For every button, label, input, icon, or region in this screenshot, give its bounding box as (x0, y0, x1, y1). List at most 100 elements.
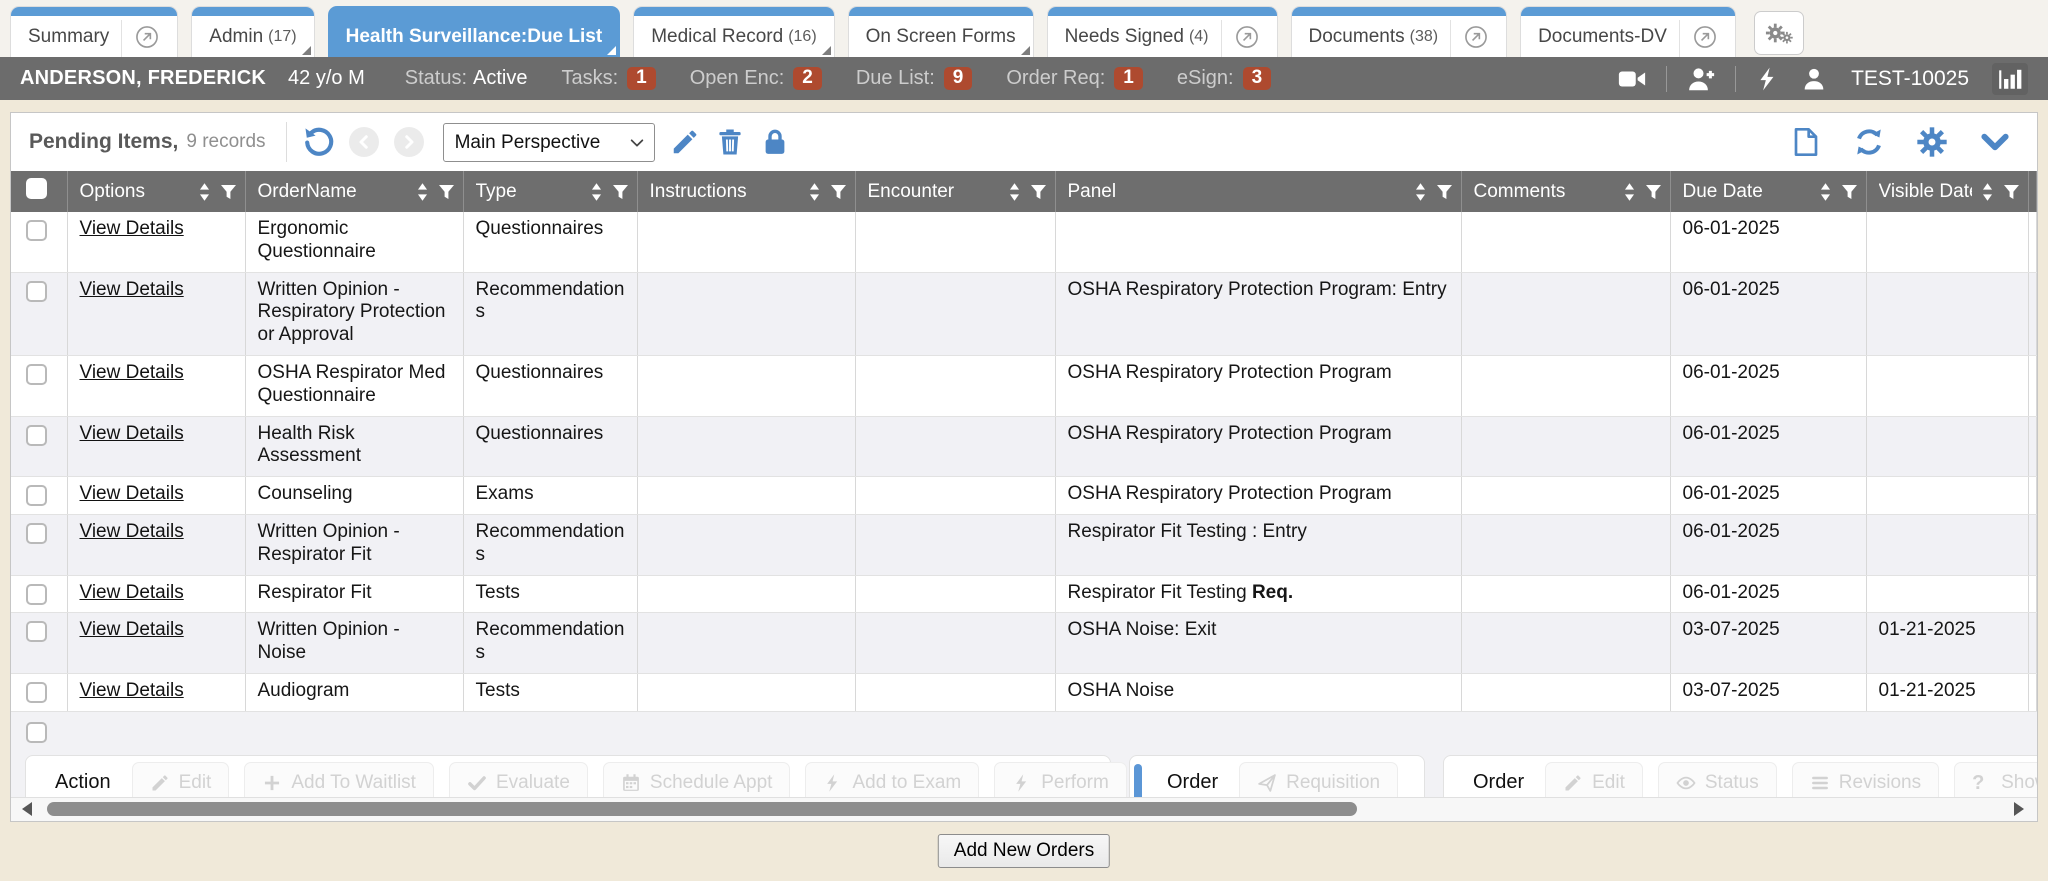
row-checkbox[interactable] (26, 364, 47, 385)
sort-icon[interactable] (1981, 182, 1994, 202)
edit-perspective-button[interactable] (670, 127, 700, 157)
status-button[interactable]: Status (1658, 762, 1777, 797)
view-details-link[interactable]: View Details (80, 218, 184, 239)
tab-documents[interactable]: Documents(38) (1291, 6, 1508, 57)
popout-icon[interactable] (134, 24, 160, 50)
select-all-checkbox[interactable] (26, 178, 47, 199)
tab-admin[interactable]: Admin(17) (191, 6, 314, 57)
person-icon[interactable] (1800, 65, 1828, 93)
edit-button[interactable]: Edit (1545, 762, 1643, 797)
horizontal-scrollbar[interactable] (11, 797, 2037, 821)
new-document-button[interactable] (1790, 126, 1822, 158)
column-header-options[interactable]: Options (67, 171, 245, 212)
filter-funnel-icon[interactable] (1030, 184, 1047, 200)
row-checkbox[interactable] (26, 220, 47, 241)
sort-icon[interactable] (416, 182, 429, 202)
filter-funnel-icon[interactable] (612, 184, 629, 200)
sort-icon[interactable] (1414, 182, 1427, 202)
sort-icon[interactable] (198, 182, 211, 202)
scroll-right-arrow-icon[interactable] (2014, 802, 2024, 816)
popout-icon[interactable] (1463, 24, 1489, 50)
person-add-icon[interactable] (1686, 64, 1716, 94)
column-header-due-date[interactable]: Due Date (1670, 171, 1866, 212)
row-checkbox[interactable] (26, 584, 47, 605)
column-header-encounter[interactable]: Encounter (855, 171, 1055, 212)
row-checkbox[interactable] (26, 682, 47, 703)
tab-documents-dv[interactable]: Documents-DV (1520, 6, 1736, 57)
popout-icon[interactable] (1692, 24, 1718, 50)
sort-icon[interactable] (1819, 182, 1832, 202)
revisions-button[interactable]: Revisions (1792, 762, 1939, 797)
sort-icon[interactable] (1623, 182, 1636, 202)
row-checkbox[interactable] (26, 281, 47, 302)
tab-settings-button[interactable] (1754, 11, 1804, 55)
counter-badge[interactable]: 3 (1243, 67, 1272, 91)
filter-funnel-icon[interactable] (830, 184, 847, 200)
scroll-left-arrow-icon[interactable] (22, 802, 32, 816)
view-details-link[interactable]: View Details (80, 521, 184, 542)
tab-on-screen-forms[interactable]: On Screen Forms (848, 6, 1034, 57)
add-new-orders-button[interactable]: Add New Orders (938, 834, 1110, 868)
collapse-panel-button[interactable] (1979, 126, 2011, 158)
view-details-link[interactable]: View Details (80, 619, 184, 640)
view-details-link[interactable]: View Details (80, 582, 184, 603)
edit-button[interactable]: Edit (132, 762, 230, 797)
add-to-waitlist-button[interactable]: Add To Waitlist (244, 762, 434, 797)
filter-funnel-icon[interactable] (1645, 184, 1662, 200)
sort-icon[interactable] (590, 182, 603, 202)
forward-button[interactable] (394, 127, 424, 157)
undo-button[interactable] (302, 126, 334, 158)
view-details-link[interactable]: View Details (80, 362, 184, 383)
perspective-select[interactable]: Main Perspective (443, 123, 655, 162)
evaluate-button[interactable]: Evaluate (449, 762, 588, 797)
scroll-thumb[interactable] (47, 802, 1357, 816)
lightning-bolt-icon[interactable] (1755, 66, 1781, 92)
row-checkbox[interactable] (26, 425, 47, 446)
row-checkbox[interactable] (26, 621, 47, 642)
column-header-visible-date[interactable]: Visible Date (1866, 171, 2028, 212)
video-camera-icon[interactable] (1617, 64, 1647, 94)
delete-perspective-button[interactable] (715, 127, 745, 157)
counter-badge[interactable]: 1 (627, 67, 656, 91)
view-details-link[interactable]: View Details (80, 423, 184, 444)
tab-needs-signed[interactable]: Needs Signed(4) (1047, 6, 1278, 57)
filter-funnel-icon[interactable] (2003, 184, 2020, 200)
filter-funnel-icon[interactable] (220, 184, 237, 200)
filter-funnel-icon[interactable] (1841, 184, 1858, 200)
new-row-checkbox[interactable] (26, 722, 47, 743)
back-button[interactable] (349, 127, 379, 157)
sort-icon[interactable] (808, 182, 821, 202)
cell-comments (1461, 212, 1670, 272)
refresh-button[interactable] (1853, 126, 1885, 158)
tab-summary[interactable]: Summary (10, 6, 178, 57)
tab-health-surveillance-due-list[interactable]: Health Surveillance:Due List (328, 6, 621, 57)
counter-badge[interactable]: 2 (793, 67, 822, 91)
sort-icon[interactable] (1008, 182, 1021, 202)
row-checkbox[interactable] (26, 523, 47, 544)
add-to-exam-button[interactable]: Add to Exam (805, 762, 979, 797)
filter-funnel-icon[interactable] (1436, 184, 1453, 200)
row-checkbox[interactable] (26, 485, 47, 506)
column-header-comments[interactable]: Comments (1461, 171, 1670, 212)
lock-perspective-button[interactable] (760, 127, 790, 157)
column-header-instructions[interactable]: Instructions (637, 171, 855, 212)
bar-chart-button[interactable] (1992, 63, 2028, 95)
popout-icon[interactable] (1234, 24, 1260, 50)
schedule-appt-button[interactable]: Schedule Appt (603, 762, 791, 797)
tab-medical-record[interactable]: Medical Record(16) (633, 6, 834, 57)
counter-badge[interactable]: 1 (1114, 67, 1143, 91)
column-header-ordername[interactable]: OrderName (245, 171, 463, 212)
column-header-panel[interactable]: Panel (1055, 171, 1461, 212)
view-details-link[interactable]: View Details (80, 279, 184, 300)
counter-badge[interactable]: 9 (944, 67, 973, 91)
view-details-link[interactable]: View Details (80, 680, 184, 701)
show-question-button[interactable]: ?Show Question (1954, 762, 2037, 797)
filter-funnel-icon[interactable] (438, 184, 455, 200)
requisition-button[interactable]: Requisition (1239, 762, 1398, 797)
column-header-type[interactable]: Type (463, 171, 637, 212)
view-details-link[interactable]: View Details (80, 483, 184, 504)
cell-order-name: Health Risk Assessment (245, 416, 463, 477)
grid-settings-button[interactable] (1916, 126, 1948, 158)
perform-button[interactable]: Perform (994, 762, 1127, 797)
lock-icon (760, 127, 790, 157)
